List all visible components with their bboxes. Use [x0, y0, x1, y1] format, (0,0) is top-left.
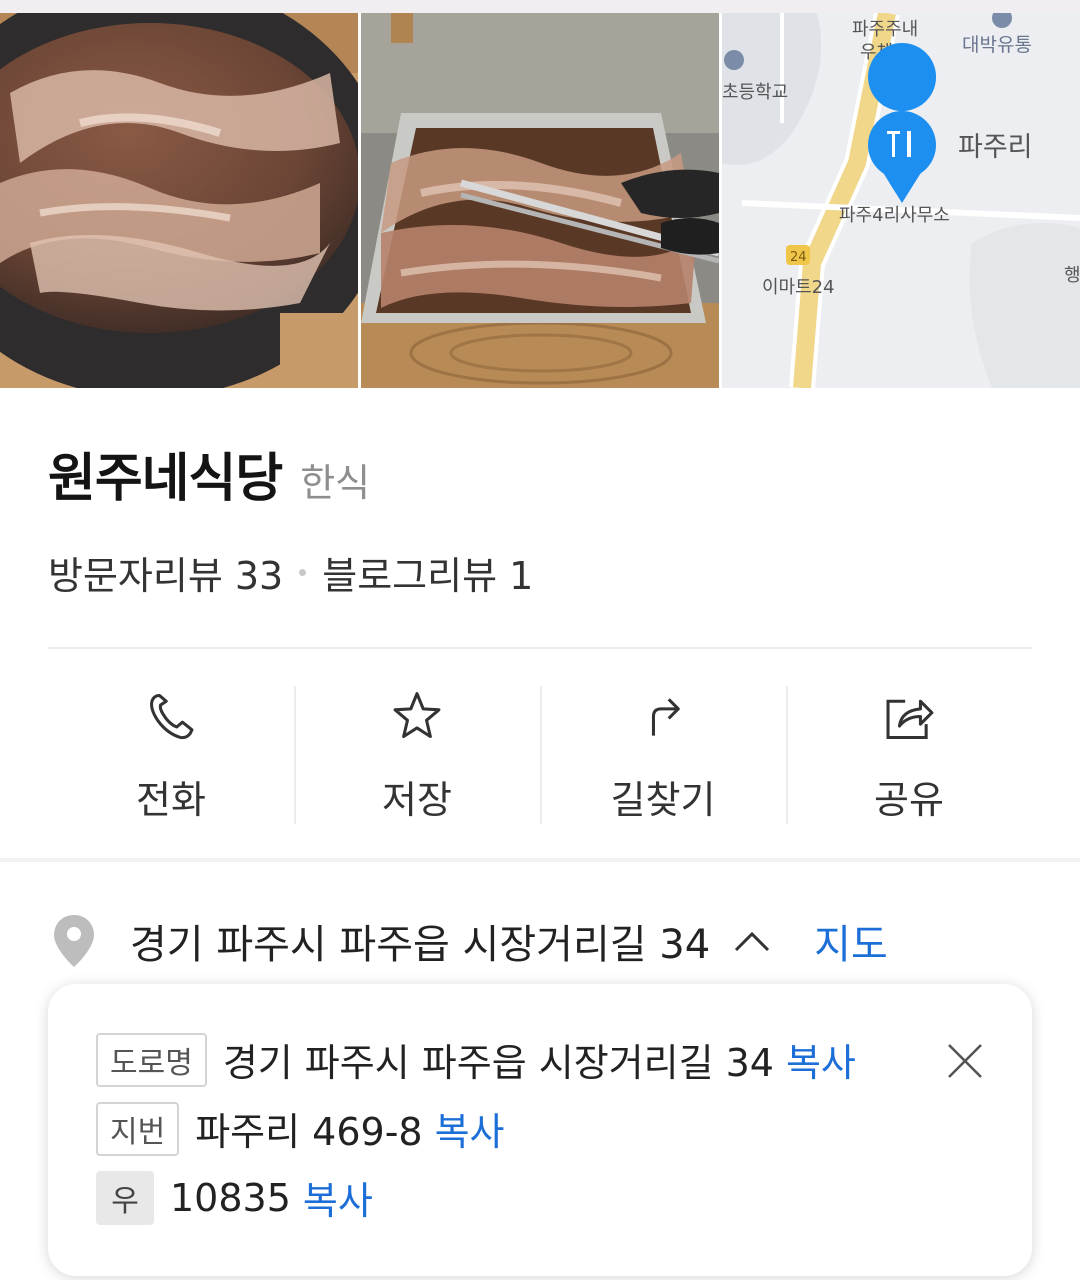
copy-road-address-button[interactable]: 복사 [786, 1032, 856, 1087]
zip-code-tag: 우 [96, 1170, 154, 1225]
svg-text:대박유통: 대박유통 [962, 34, 1032, 56]
section-divider [0, 858, 1080, 862]
close-icon[interactable] [946, 1042, 984, 1080]
map-link[interactable]: 지도 [814, 912, 888, 970]
svg-text:행: 행 [1064, 265, 1080, 286]
copy-lot-address-button[interactable]: 복사 [435, 1101, 505, 1156]
svg-text:24: 24 [790, 250, 807, 265]
address-popup: 도로명 경기 파주시 파주읍 시장거리길 34 복사 지번 파주리 469-8 … [48, 984, 1032, 1276]
road-address-value: 경기 파주시 파주읍 시장거리길 34 [222, 1041, 774, 1085]
star-icon [393, 692, 441, 739]
directions-icon [651, 698, 680, 736]
directions-button[interactable]: 길찾기 [540, 686, 786, 824]
lot-address-value: 파주리 469-8 [195, 1110, 423, 1154]
blog-reviews-link[interactable]: 블로그리뷰 1 [322, 545, 533, 600]
road-address-tag: 도로명 [96, 1032, 207, 1087]
photo-tray[interactable] [361, 13, 719, 388]
dot-separator [299, 569, 307, 576]
address-text: 경기 파주시 파주읍 시장거리길 34 [130, 922, 711, 968]
road-address-row: 도로명 경기 파주시 파주읍 시장거리길 34 복사 [96, 1032, 856, 1087]
title-row: 원주네식당 한식 [48, 436, 370, 511]
directions-label: 길찾기 [610, 778, 716, 822]
svg-text:파주리: 파주리 [958, 132, 1033, 163]
svg-text:이마트24: 이마트24 [762, 277, 835, 298]
status-strip [0, 0, 1080, 13]
photo-grill[interactable] [0, 13, 358, 388]
place-detail-page: 초등학교 파주주내 우체국 대박유통 파주리 파주4리사무소 24 이마트24 … [0, 0, 1080, 1280]
location-pin-icon [54, 915, 94, 967]
share-icon [886, 699, 934, 739]
svg-text:파주주내: 파주주내 [852, 19, 918, 40]
lot-address-tag: 지번 [96, 1101, 180, 1156]
map-thumbnail[interactable]: 초등학교 파주주내 우체국 대박유통 파주리 파주4리사무소 24 이마트24 … [722, 13, 1080, 388]
save-button[interactable]: 저장 [294, 686, 540, 824]
svg-text:초등학교: 초등학교 [722, 82, 788, 103]
place-name: 원주네식당 [48, 449, 283, 509]
visitor-reviews-link[interactable]: 방문자리뷰 33 [48, 545, 283, 600]
action-bar: 전화 저장 길찾기 공유 [48, 686, 1032, 824]
copy-zip-code-button[interactable]: 복사 [303, 1170, 373, 1225]
photo-strip: 초등학교 파주주내 우체국 대박유통 파주리 파주4리사무소 24 이마트24 … [0, 13, 1080, 388]
place-category: 한식 [300, 461, 371, 505]
save-label: 저장 [382, 778, 452, 822]
call-label: 전화 [136, 778, 206, 822]
zip-code-value: 10835 [170, 1175, 291, 1220]
lot-address-row: 지번 파주리 469-8 복사 [96, 1101, 505, 1156]
share-label: 공유 [874, 778, 944, 822]
reviews-row: 방문자리뷰 33 블로그리뷰 1 [48, 545, 533, 600]
address-row: 경기 파주시 파주읍 시장거리길 34 지도 [52, 912, 888, 970]
zip-code-row: 우 10835 복사 [96, 1170, 373, 1225]
svg-text:파주4리사무소: 파주4리사무소 [839, 205, 950, 226]
chevron-up-icon[interactable] [732, 926, 772, 956]
divider [48, 647, 1032, 649]
call-button[interactable]: 전화 [48, 686, 294, 824]
share-button[interactable]: 공유 [786, 686, 1032, 824]
phone-icon [150, 694, 194, 740]
